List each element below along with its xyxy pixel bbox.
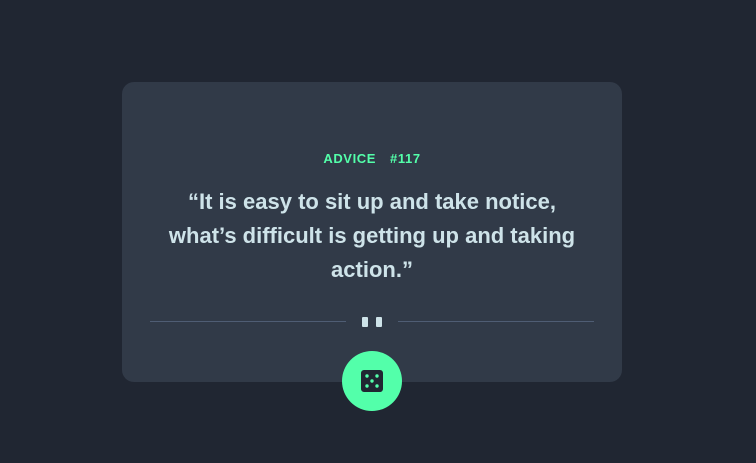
advice-card: ADVICE #117 “It is easy to sit up and tak…: [122, 82, 622, 382]
advice-heading: ADVICE #117: [122, 151, 622, 166]
page: ADVICE #117 “It is easy to sit up and tak…: [0, 0, 756, 463]
divider-line-right: [398, 321, 594, 322]
advice-number: #117: [390, 151, 421, 166]
advice-label: ADVICE: [323, 151, 377, 166]
divider-line-left: [150, 321, 346, 322]
dice-icon: [361, 370, 383, 392]
divider: [150, 314, 594, 330]
new-advice-button[interactable]: [342, 351, 402, 411]
advice-quote: “It is easy to sit up and take notice, w…: [168, 189, 576, 282]
pause-icon: [362, 317, 382, 327]
